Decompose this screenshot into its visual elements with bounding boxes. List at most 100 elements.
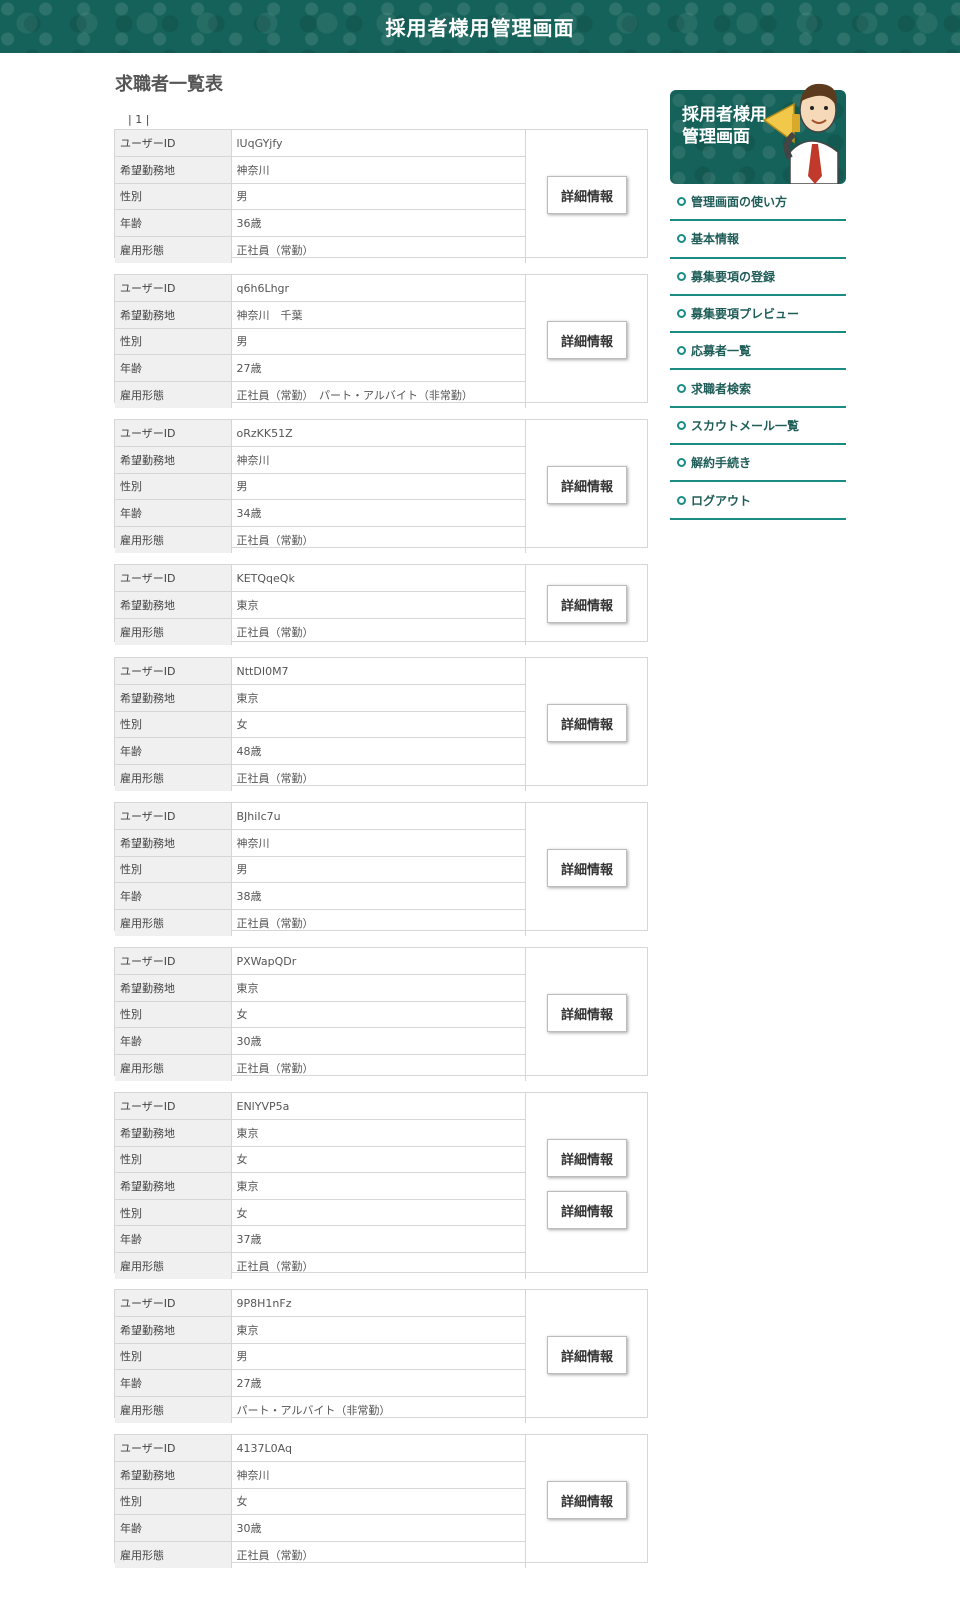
table-row: 年齢 34歳: [115, 499, 526, 527]
job-seeker-card: ユーザーID KETQqeQk 希望勤務地 東京 雇用形態 正社員（常勤） 詳細情報: [114, 564, 648, 645]
field-label: 雇用形態: [115, 1541, 232, 1568]
field-label: 希望勤務地: [115, 1461, 232, 1489]
job-seeker-table: ユーザーID 9P8H1nFz 希望勤務地 東京 性別男年齢 27歳 雇用形態 パート・アルバ…: [115, 1290, 526, 1423]
field-label: 性別: [115, 328, 232, 356]
detail-button[interactable]: 詳細情報: [547, 994, 627, 1032]
table-row: 性別女: [115, 1146, 526, 1174]
field-label: 希望勤務地: [115, 829, 232, 857]
job-seeker-card: ユーザーID 4137L0Aq 希望勤務地 神奈川 性別女年齢 30歳 雇用形態 正社員（常勤…: [114, 1434, 648, 1568]
sidebar-menu-item[interactable]: スカウトメール一覧: [670, 408, 846, 446]
field-value: 神奈川: [231, 446, 526, 474]
field-value: 37歳: [231, 1225, 526, 1254]
detail-button[interactable]: 詳細情報: [547, 321, 627, 359]
circle-arrow-icon: [677, 234, 686, 244]
field-value: 30歳: [231, 1027, 526, 1055]
table-row: 性別女: [115, 1001, 526, 1029]
field-label: ユーザーID: [115, 1435, 232, 1463]
sidebar-menu-item[interactable]: 基本情報: [670, 221, 846, 259]
sidebar-menu-label: 求職者検索: [691, 381, 752, 396]
field-value: 正社員（常勤）: [231, 618, 526, 645]
job-seeker-table: ユーザーID PXWapQDr 希望勤務地 東京 性別女年齢 30歳 雇用形態 正社員（常勤）: [115, 948, 526, 1081]
detail-button[interactable]: 詳細情報: [547, 1191, 627, 1229]
detail-button[interactable]: 詳細情報: [547, 585, 627, 623]
field-value: 東京: [231, 974, 526, 1002]
circle-arrow-icon: [677, 197, 686, 207]
job-seeker-card: ユーザーID q6h6Lhgr 希望勤務地 神奈川 千葉 性別男年齢 27歳 雇用形態 正社員…: [114, 274, 648, 408]
man-with-megaphone-icon: [762, 83, 839, 184]
table-row: 希望勤務地 東京: [115, 591, 526, 619]
circle-arrow-icon: [677, 458, 686, 468]
field-label: 希望勤務地: [115, 156, 232, 184]
field-label: 年齢: [115, 737, 232, 765]
field-value: 女: [231, 1488, 526, 1516]
detail-button[interactable]: 詳細情報: [547, 704, 627, 742]
field-value: PXWapQDr: [231, 948, 526, 976]
table-row: 性別男: [115, 473, 526, 501]
sidebar-menu-label: 基本情報: [691, 232, 740, 247]
table-row: ユーザーID BJhiIc7u: [115, 803, 526, 831]
field-value: 東京: [231, 1172, 526, 1200]
sidebar-menu-item[interactable]: 管理画面の使い方: [670, 184, 846, 222]
sidebar-menu-item[interactable]: 応募者一覧: [670, 333, 846, 371]
table-row: 希望勤務地 東京: [115, 1119, 526, 1147]
detail-button[interactable]: 詳細情報: [547, 466, 627, 504]
field-label: 雇用形態: [115, 618, 232, 645]
field-label: 雇用形態: [115, 1252, 232, 1280]
banner-text-line: 管理画面: [682, 127, 750, 147]
detail-button[interactable]: 詳細情報: [547, 1139, 627, 1177]
table-row: 雇用形態 正社員（常勤）: [115, 1252, 526, 1280]
field-label: ユーザーID: [115, 565, 232, 593]
sidebar-menu-item[interactable]: 募集要項の登録: [670, 259, 846, 296]
detail-button[interactable]: 詳細情報: [547, 849, 627, 887]
field-label: 希望勤務地: [115, 974, 232, 1002]
job-seeker-card: ユーザーID 9P8H1nFz 希望勤務地 東京 性別男年齢 27歳 雇用形態 パート・アルバ…: [114, 1289, 648, 1423]
field-value: 男: [231, 328, 526, 356]
table-row: 雇用形態 正社員（常勤） パート・アルバイト（非常勤）: [115, 381, 526, 408]
field-value: 神奈川: [231, 156, 526, 184]
field-label: 雇用形態: [115, 236, 232, 263]
sidebar-menu-item[interactable]: 解約手続き: [670, 445, 846, 483]
job-seeker-card: ユーザーID BJhiIc7u 希望勤務地 神奈川 性別男年齢 38歳 雇用形態 正社員（常勤…: [114, 802, 648, 936]
detail-button[interactable]: 詳細情報: [547, 1481, 627, 1519]
detail-button[interactable]: 詳細情報: [547, 1336, 627, 1374]
table-row: ユーザーID oRzKK51Z: [115, 420, 526, 448]
job-seeker-table: ユーザーID KETQqeQk 希望勤務地 東京 雇用形態 正社員（常勤）: [115, 565, 526, 645]
field-value: 正社員（常勤）: [231, 764, 526, 791]
sidebar-menu-item[interactable]: 求職者検索: [670, 370, 846, 408]
field-label: 年齢: [115, 354, 232, 382]
page-header-title: 採用者様用管理画面: [385, 16, 575, 40]
field-label: 希望勤務地: [115, 591, 232, 619]
field-label: 性別: [115, 1146, 232, 1174]
field-label: ユーザーID: [115, 803, 232, 831]
job-seeker-table: ユーザーID BJhiIc7u 希望勤務地 神奈川 性別男年齢 38歳 雇用形態 正社員（常勤…: [115, 803, 526, 936]
table-row: 年齢 27歳: [115, 354, 526, 382]
field-label: 性別: [115, 1199, 232, 1227]
circle-arrow-icon: [677, 309, 686, 319]
table-row: 性別女: [115, 1199, 526, 1227]
table-row: 年齢 38歳: [115, 882, 526, 910]
field-label: ユーザーID: [115, 1290, 232, 1318]
page-title: 求職者一覧表: [115, 74, 223, 95]
field-label: 性別: [115, 1343, 232, 1371]
sidebar-menu-label: スカウトメール一覧: [691, 418, 800, 433]
sidebar: 採用者様用 管理画面 管理画面の使い方 基本情報 募集要項の登録 募集要項プレビュー 応募…: [670, 70, 846, 520]
table-row: 希望勤務地 神奈川: [115, 156, 526, 184]
detail-button[interactable]: 詳細情報: [547, 176, 627, 214]
field-label: 年齢: [115, 1514, 232, 1542]
field-value: 正社員（常勤）: [231, 1541, 526, 1568]
sidebar-menu-item[interactable]: ログアウト: [670, 482, 846, 520]
job-seeker-table: ユーザーID NttDI0M7 希望勤務地 東京 性別女年齢 48歳 雇用形態 正社員（常勤）: [115, 658, 526, 791]
field-value: 神奈川 千葉: [231, 301, 526, 329]
field-value: 正社員（常勤） パート・アルバイト（非常勤）: [231, 381, 526, 408]
field-value: 男: [231, 1343, 526, 1371]
field-value: 正社員（常勤）: [231, 526, 526, 553]
field-value: 36歳: [231, 209, 526, 237]
table-row: ユーザーID ENlYVP5a: [115, 1093, 526, 1121]
field-value: 東京: [231, 1119, 526, 1147]
sidebar-menu-item[interactable]: 募集要項プレビュー: [670, 296, 846, 334]
field-value: パート・アルバイト（非常勤）: [231, 1396, 526, 1423]
field-label: ユーザーID: [115, 948, 232, 976]
table-row: 年齢 48歳: [115, 737, 526, 765]
field-value: 4137L0Aq: [231, 1435, 526, 1463]
pagination[interactable]: | 1 |: [128, 113, 149, 126]
